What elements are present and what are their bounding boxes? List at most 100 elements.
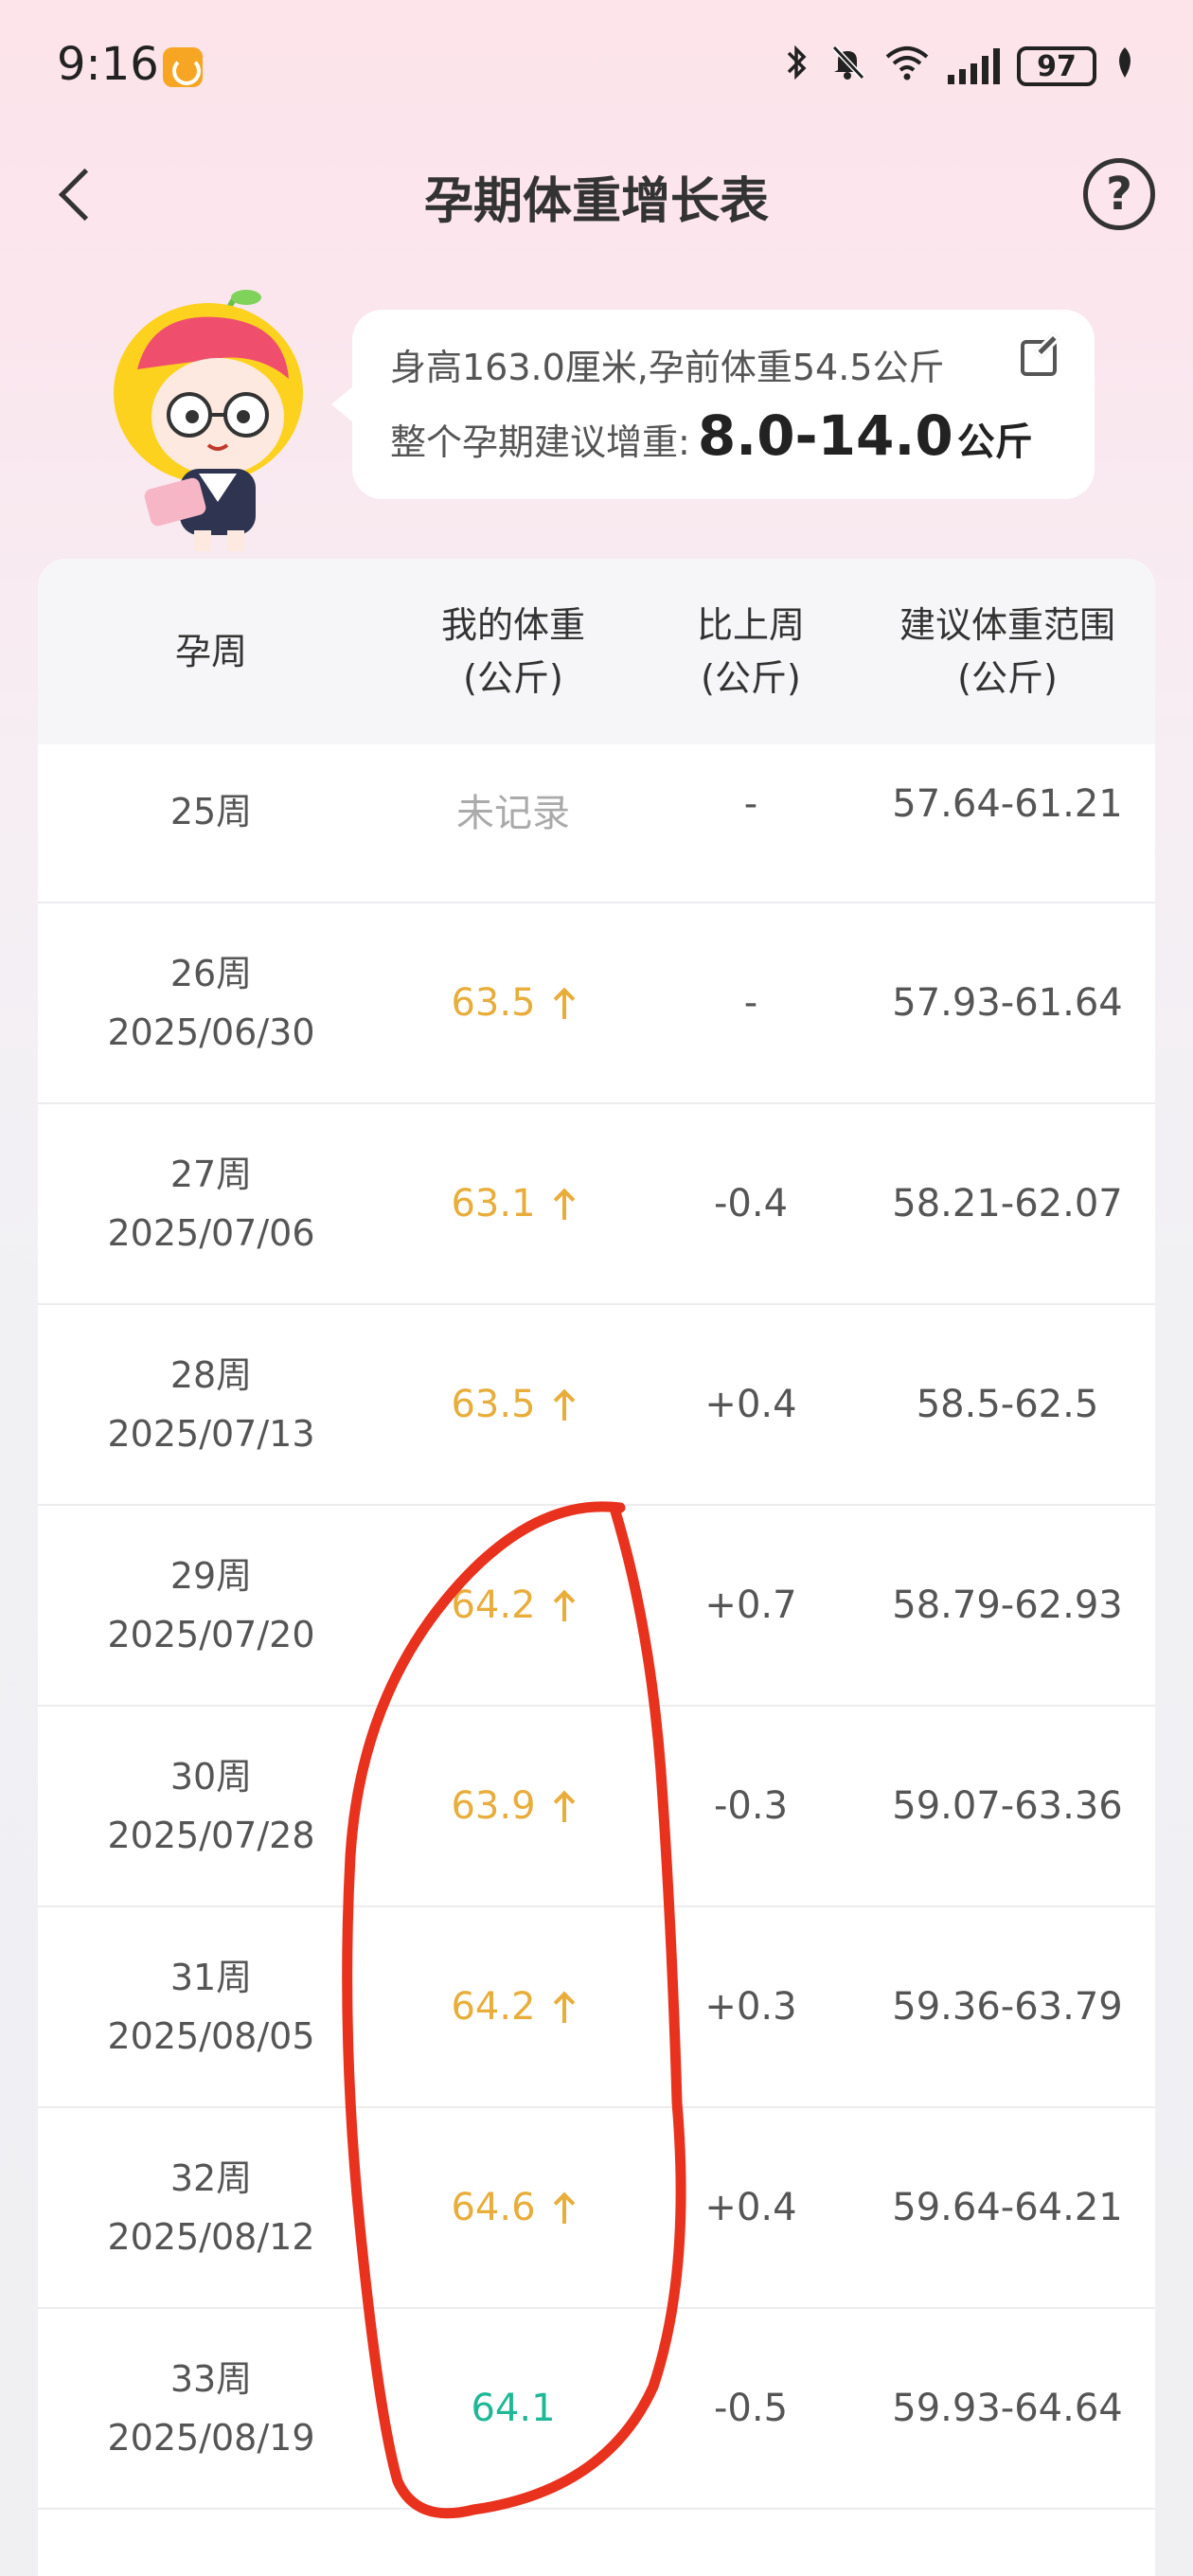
header-week: 孕周 (174, 631, 247, 672)
mascot-illustration (95, 275, 322, 559)
weight-text: 63.1 (451, 1182, 536, 1225)
cell-range: 58.79-62.93 (860, 1506, 1155, 1705)
cell-week: 31周 2025/08/05 (38, 1907, 384, 2106)
arrow-up-icon (553, 1991, 576, 2023)
cell-range: 57.64-61.21 (860, 744, 1155, 902)
help-button[interactable]: ? (1083, 158, 1155, 230)
table-row[interactable]: 25周 未记录 - 57.64-61.21 (38, 744, 1155, 903)
table-row[interactable]: 29周 2025/07/20 64.2 +0.7 58.79-62.93 (38, 1506, 1155, 1707)
profile-info-bubble: 身高163.0厘米,孕前体重54.5公斤 整个孕期建议增重: 8.0-14.0 … (331, 310, 1095, 499)
weight-value: 63.9 (451, 1784, 575, 1828)
cell-range: 57.93-61.64 (860, 903, 1155, 1102)
weight-text: 63.5 (451, 1383, 536, 1426)
cell-week: 29周 2025/07/20 (38, 1506, 384, 1705)
weight-value: 64.2 (451, 1985, 575, 2029)
recommended-gain-unit: 公斤 (956, 420, 1033, 464)
week-label: 27周 (169, 1154, 253, 1195)
week-label: 26周 (169, 953, 253, 994)
cell-change: +0.3 (642, 1907, 860, 2106)
date-label: 2025/06/30 (107, 1011, 315, 1053)
cell-weight: 未记录 (384, 744, 642, 902)
weight-text: 64.2 (451, 1985, 536, 2029)
weight-value: 未记录 (456, 782, 570, 837)
arrow-up-icon (553, 1589, 576, 1621)
weight-text: 63.5 (451, 981, 536, 1025)
weight-value: 64.6 (451, 2186, 575, 2229)
week-label: 32周 (169, 2157, 253, 2199)
range-value: 57.93-61.64 (892, 981, 1123, 1025)
change-value: -0.5 (713, 2387, 789, 2430)
table-row[interactable]: 27周 2025/07/06 63.1 -0.4 58.21-62.07 (38, 1104, 1155, 1305)
cell-week: 27周 2025/07/06 (38, 1104, 384, 1303)
range-value: 57.64-61.21 (892, 782, 1123, 826)
height-weight-text: 身高163.0厘米,孕前体重54.5公斤 (390, 347, 945, 388)
cell-weight: 64.6 (384, 2108, 642, 2307)
table-row[interactable]: 30周 2025/07/28 63.9 -0.3 59.07-63.36 (38, 1707, 1155, 1907)
weight-text: 64.2 (451, 1583, 536, 1627)
table-row[interactable]: 26周 2025/06/30 63.5 - 57.93-61.64 (38, 903, 1155, 1104)
cell-weight: 63.9 (384, 1707, 642, 1905)
cell-range: 59.07-63.36 (860, 1707, 1155, 1905)
date-label: 2025/08/19 (107, 2417, 315, 2459)
recommended-gain-value: 8.0-14.0 (697, 403, 953, 468)
cell-change: +0.4 (642, 1305, 860, 1504)
range-value: 58.79-62.93 (892, 1583, 1123, 1627)
cell-range: 59.93-64.64 (860, 2309, 1155, 2508)
cell-weight: 63.5 (384, 903, 642, 1102)
wifi-icon (883, 44, 931, 90)
edit-icon[interactable] (1021, 340, 1057, 376)
cell-week: 28周 2025/07/13 (38, 1305, 384, 1504)
arrow-up-icon (553, 1388, 576, 1421)
change-value: +0.4 (704, 2186, 797, 2229)
signal-icon (948, 48, 1000, 84)
change-value: - (743, 981, 758, 1025)
battery-icon: 97 (1017, 46, 1096, 86)
header-recommended-range: 建议体重范围 (公斤) (899, 604, 1115, 699)
arrow-up-icon (553, 1790, 576, 1822)
weight-text: 未记录 (456, 792, 570, 835)
range-value: 59.93-64.64 (892, 2387, 1123, 2430)
weight-value: 64.1 (471, 2387, 555, 2430)
status-icons: 97 (783, 38, 1136, 95)
cell-change: - (642, 744, 860, 902)
weight-value: 63.1 (451, 1182, 575, 1225)
leaf-icon (1113, 44, 1136, 90)
cell-change: +0.7 (642, 1506, 860, 1705)
cell-range: 59.36-63.79 (860, 1907, 1155, 2106)
cell-weight: 64.1 (384, 2309, 642, 2508)
week-label: 30周 (169, 1756, 253, 1798)
weight-text: 64.6 (451, 2186, 536, 2229)
week-label: 28周 (169, 1354, 253, 1396)
cell-week: 32周 2025/08/12 (38, 2108, 384, 2307)
table-row[interactable]: 33周 2025/08/19 64.1 -0.5 59.93-64.64 (38, 2309, 1155, 2510)
cell-week: 25周 (38, 744, 384, 902)
date-label: 2025/08/05 (107, 2015, 315, 2057)
date-label: 2025/07/13 (107, 1413, 315, 1455)
app-notification-icon (163, 47, 203, 87)
range-value: 59.07-63.36 (892, 1784, 1123, 1828)
bluetooth-icon (783, 44, 811, 90)
table-row[interactable]: 28周 2025/07/13 63.5 +0.4 58.5-62.5 (38, 1305, 1155, 1506)
range-value: 59.64-64.21 (892, 2186, 1123, 2229)
table-row[interactable]: 31周 2025/08/05 64.2 +0.3 59.36-63.79 (38, 1907, 1155, 2108)
top-nav-bar: 孕期体重增长表 ? (0, 133, 1193, 256)
cell-range: 59.64-64.21 (860, 2108, 1155, 2307)
range-value: 58.21-62.07 (892, 1182, 1123, 1225)
page-title: 孕期体重增长表 (423, 173, 769, 230)
mute-icon (828, 44, 866, 90)
change-value: +0.3 (704, 1985, 797, 2029)
weight-value: 63.5 (451, 1383, 575, 1426)
weight-table: 孕周 我的体重 (公斤) 比上周 (公斤) 建议体重范围 (公斤) 25周 未记录… (38, 559, 1155, 2576)
weight-text: 64.1 (471, 2387, 556, 2430)
arrow-up-icon (553, 987, 576, 1019)
cell-range: 58.5-62.5 (860, 1305, 1155, 1504)
week-label: 29周 (169, 1555, 253, 1597)
status-bar: 9:16 97 (0, 0, 1193, 133)
cell-weight: 63.5 (384, 1305, 642, 1504)
week-label: 33周 (169, 2358, 253, 2400)
cell-change: -0.3 (642, 1707, 860, 1905)
week-label: 31周 (169, 1957, 253, 1998)
header-my-weight: 我的体重 (公斤) (440, 604, 585, 699)
weight-text: 63.9 (451, 1784, 536, 1828)
table-row[interactable]: 32周 2025/08/12 64.6 +0.4 59.64-64.21 (38, 2108, 1155, 2309)
